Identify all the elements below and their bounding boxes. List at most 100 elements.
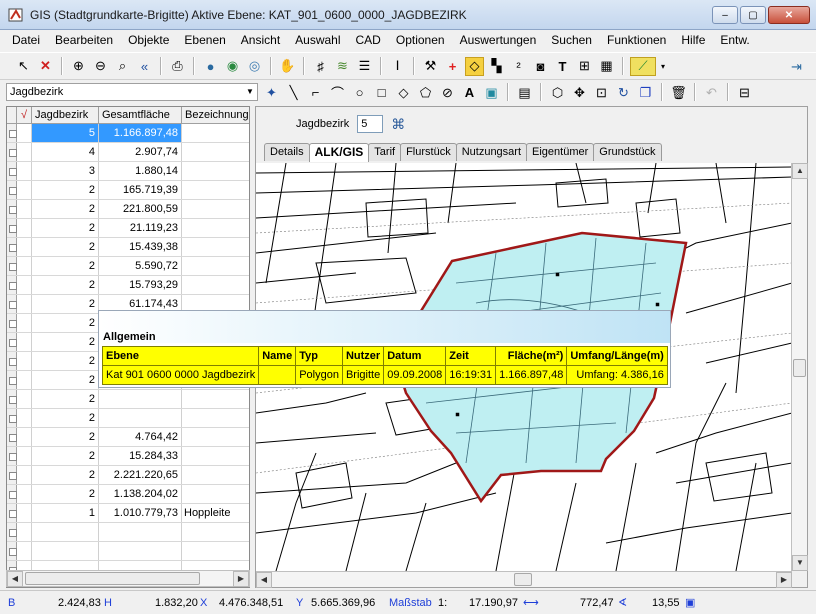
row-indicator[interactable] <box>7 238 17 256</box>
row-indicator[interactable] <box>7 390 17 408</box>
scroll-left-icon[interactable]: ◀ <box>256 572 272 588</box>
node-tool-icon[interactable]: ✦ <box>262 83 281 102</box>
scroll-right-icon[interactable]: ▶ <box>233 571 249 587</box>
globe-layers-icon[interactable]: ◎ <box>245 57 264 76</box>
layer-list-icon[interactable]: ☰ <box>355 57 374 76</box>
checkmark-icon[interactable]: √ <box>17 107 32 123</box>
zoom-window-icon[interactable]: ⌕ <box>113 57 132 76</box>
rectangle-tool-icon[interactable]: □ <box>372 83 391 102</box>
window-grid-icon[interactable]: ▦ <box>597 57 616 76</box>
zoom-out-icon[interactable]: ⊖ <box>91 57 110 76</box>
chevron-down-icon[interactable]: ▼ <box>243 84 257 100</box>
menu-objekte[interactable]: Objekte <box>128 33 169 47</box>
row-indicator[interactable] <box>7 143 17 161</box>
text-label-icon[interactable]: Ⅰ <box>388 57 407 76</box>
table-row[interactable]: 2 1.138.204,02 <box>7 485 249 504</box>
print-icon[interactable]: ⎙ <box>168 57 187 76</box>
row-indicator[interactable] <box>7 219 17 237</box>
map-horizontal-scrollbar[interactable]: ◀ ▶ <box>256 571 792 588</box>
row-indicator[interactable] <box>7 181 17 199</box>
globe-icon[interactable]: ● <box>201 57 220 76</box>
row-indicator[interactable] <box>7 333 17 351</box>
menu-hilfe[interactable]: Hilfe <box>681 33 705 47</box>
row-indicator[interactable] <box>7 523 17 541</box>
menu-optionen[interactable]: Optionen <box>396 33 445 47</box>
row-indicator[interactable] <box>7 276 17 294</box>
scrollbar-thumb[interactable] <box>514 573 532 586</box>
polyline-tool-icon[interactable]: ⌐ <box>306 83 325 102</box>
pan-hand-icon[interactable]: ✋ <box>278 57 297 76</box>
table-row[interactable]: 2 165.719,39 <box>7 181 249 200</box>
row-indicator[interactable] <box>7 447 17 465</box>
row-indicator[interactable] <box>7 428 17 446</box>
table-row[interactable]: 2 15.793,29 <box>7 276 249 295</box>
row-indicator[interactable] <box>7 162 17 180</box>
trash-icon[interactable]: 🗑 <box>669 83 688 102</box>
table-row[interactable]: 2 <box>7 409 249 428</box>
checker-icon[interactable]: ▚ <box>487 57 506 76</box>
menu-auswahl[interactable]: Auswahl <box>295 33 340 47</box>
scroll-right-icon[interactable]: ▶ <box>776 572 792 588</box>
map-vertical-scrollbar[interactable]: ▲ ▼ <box>791 163 808 571</box>
close-button[interactable]: ✕ <box>768 6 810 24</box>
table-row[interactable]: 2 2.221.220,65 <box>7 466 249 485</box>
exit-icon[interactable]: ⇥ <box>787 57 806 76</box>
text-tool-icon[interactable]: A <box>460 83 479 102</box>
column-header-jagdbezirk[interactable]: Jagdbezirk <box>32 107 99 123</box>
menu-suchen[interactable]: Suchen <box>551 33 592 47</box>
binoculars-icon[interactable]: ⌘ <box>391 116 405 133</box>
pointer-icon[interactable]: ↖ <box>14 57 33 76</box>
grid-horizontal-scrollbar[interactable]: ◀ ▶ <box>6 570 250 587</box>
layers-icon[interactable]: ≋ <box>333 57 352 76</box>
compass-tool-icon[interactable]: ⊘ <box>438 83 457 102</box>
jagdbezirk-field[interactable]: 5 <box>357 115 384 133</box>
globe-refresh-icon[interactable]: ◉ <box>223 57 242 76</box>
tab-grundstueck[interactable]: Grundstück <box>593 143 662 161</box>
stretch-icon[interactable]: ⊡ <box>592 83 611 102</box>
delete-selection-icon[interactable]: ✕ <box>36 57 55 76</box>
table-row[interactable]: 2 15.439,38 <box>7 238 249 257</box>
polygon-edit-icon[interactable]: ⬡ <box>548 83 567 102</box>
tab-tarif[interactable]: Tarif <box>368 143 402 161</box>
row-indicator[interactable] <box>7 124 17 142</box>
menu-ansicht[interactable]: Ansicht <box>241 33 280 47</box>
tab-eigentuemer[interactable]: Eigentümer <box>526 143 595 161</box>
column-header-gesamtflaeche[interactable]: Gesamtfläche <box>99 107 182 123</box>
copy-icon[interactable]: ❐ <box>636 83 655 102</box>
row-indicator[interactable] <box>7 352 17 370</box>
row-indicator[interactable] <box>7 542 17 560</box>
tab-flurstueck[interactable]: Flurstück <box>400 143 457 161</box>
table-row[interactable]: 5 1.166.897,48 <box>7 124 249 143</box>
menu-entw[interactable]: Entw. <box>720 33 749 47</box>
shape-tool-icon[interactable]: ⬠ <box>416 83 435 102</box>
zoom-in-icon[interactable]: ⊕ <box>69 57 88 76</box>
zoom-previous-icon[interactable]: « <box>135 57 154 76</box>
scrollbar-thumb[interactable] <box>793 359 806 377</box>
circle-tool-icon[interactable]: ○ <box>350 83 369 102</box>
layer-select[interactable]: Jagdbezirk ▼ <box>6 83 258 101</box>
tag-icon[interactable]: ◇ <box>465 56 484 76</box>
row-indicator[interactable] <box>7 409 17 427</box>
select-grid-icon[interactable]: ⊞ <box>575 57 594 76</box>
row-indicator[interactable] <box>7 485 17 503</box>
image-tool-icon[interactable]: ▣ <box>482 83 501 102</box>
diamond-tool-icon[interactable]: ◇ <box>394 83 413 102</box>
tab-details[interactable]: Details <box>264 143 310 161</box>
minimize-button[interactable]: ‒ <box>712 6 738 24</box>
line-tool-icon[interactable]: ╲ <box>284 83 303 102</box>
superscript-icon[interactable]: ² <box>509 57 528 76</box>
menu-datei[interactable]: Datei <box>12 33 40 47</box>
tools-icon[interactable]: ⚒ <box>421 57 440 76</box>
menu-auswertungen[interactable]: Auswertungen <box>460 33 537 47</box>
table-row[interactable]: 2 21.119,23 <box>7 219 249 238</box>
tk-icon[interactable]: T <box>553 57 572 76</box>
row-indicator[interactable] <box>7 371 17 389</box>
table-row[interactable]: 3 1.880,14 <box>7 162 249 181</box>
crosshair-icon[interactable]: + <box>443 57 462 76</box>
move-icon[interactable]: ✥ <box>570 83 589 102</box>
row-indicator[interactable] <box>7 200 17 218</box>
row-indicator[interactable] <box>7 257 17 275</box>
menu-funktionen[interactable]: Funktionen <box>607 33 666 47</box>
maximize-button[interactable]: ▢ <box>740 6 766 24</box>
tab-alk-gis[interactable]: ALK/GIS <box>308 143 370 162</box>
